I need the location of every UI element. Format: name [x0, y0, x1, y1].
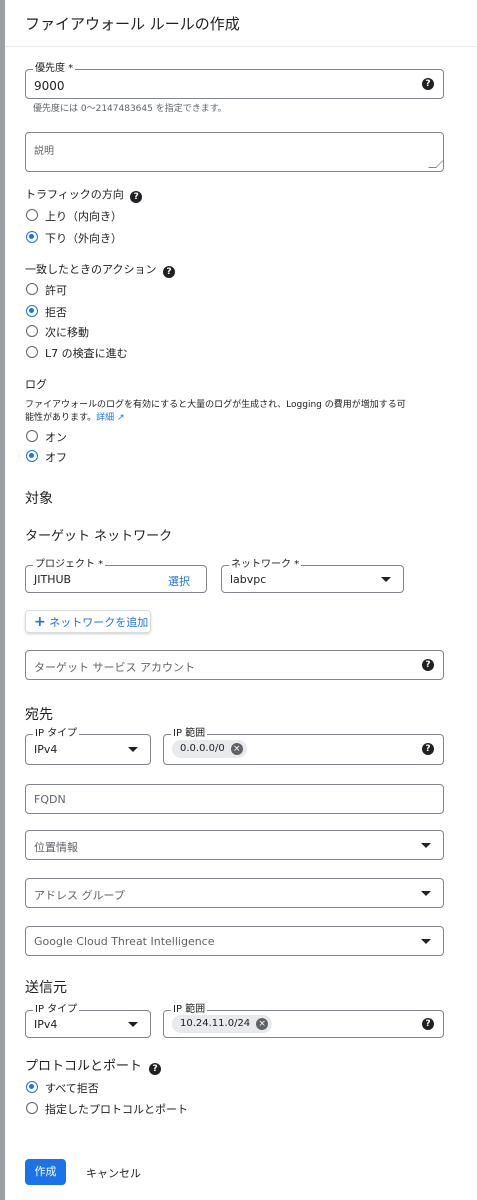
threat-intelligence-placeholder: Google Cloud Threat Intelligence [34, 935, 215, 948]
destination-ip-type-select[interactable]: IP タイプ IPv4 [25, 727, 151, 765]
close-icon[interactable]: × [230, 743, 243, 755]
chevron-down-icon [421, 843, 431, 848]
source-title: 送信元 [25, 980, 67, 996]
network-select[interactable]: ネットワーク * labvpc [221, 558, 404, 593]
action-title: 一致したときのアクション ? [25, 261, 175, 278]
plus-icon: + [34, 614, 46, 630]
protocols-title: プロトコルとポート ? [25, 1055, 162, 1075]
protocols-deny-all-label: すべて拒否 [45, 1082, 99, 1095]
priority-hint: 優先度には 0～2147483645 を指定できます。 [33, 104, 227, 114]
target-title: 対象 [25, 491, 53, 507]
destination-ip-type-label: IP タイプ [33, 727, 80, 741]
logs-title: ログ [25, 378, 47, 391]
address-group-placeholder: アドレス グループ [34, 889, 125, 902]
external-link-icon: ↗ [117, 413, 125, 423]
priority-field[interactable]: 優先度 * 9000 ? [25, 62, 444, 99]
source-ip-type-label: IP タイプ [33, 1003, 80, 1017]
traffic-title: トラフィックの方向 ? [25, 186, 143, 203]
project-field[interactable]: プロジェクト * JITHUB 選択 [25, 558, 207, 593]
action-next-radio[interactable] [26, 325, 38, 337]
resize-handle-icon[interactable] [428, 160, 444, 168]
logs-details-link[interactable]: 詳細 ↗ [96, 413, 124, 423]
add-network-label: ネットワークを追加 [49, 616, 149, 629]
action-allow-label: 許可 [45, 284, 67, 297]
create-button[interactable]: 作成 [25, 1159, 66, 1185]
network-label: ネットワーク * [229, 558, 302, 572]
project-label: プロジェクト * [33, 558, 106, 572]
help-icon[interactable]: ? [162, 266, 175, 278]
protocols-specified-radio[interactable] [26, 1102, 38, 1114]
destination-ip-range-label: IP 範囲 [171, 727, 208, 741]
help-icon[interactable]: ? [422, 78, 434, 90]
logs-on-label: オン [45, 431, 67, 444]
chevron-down-icon [421, 891, 431, 896]
project-select-link[interactable]: 選択 [168, 573, 190, 589]
protocols-specified-label: 指定したプロトコルとポート [45, 1103, 188, 1116]
destination-ip-chip[interactable]: 0.0.0.0/0 × [172, 740, 247, 758]
page-header: ファイアウォール ルールの作成 [5, 0, 477, 47]
logs-description: ファイアウォールのログを有効にすると大量のログが生成され、Logging の費用… [25, 400, 406, 423]
threat-intelligence-select[interactable]: Google Cloud Threat Intelligence [25, 926, 444, 956]
description-field[interactable]: 説明 [25, 132, 444, 172]
action-next-label: 次に移動 [45, 326, 89, 339]
add-network-button[interactable]: + ネットワークを追加 [25, 610, 151, 633]
help-icon[interactable]: ? [422, 1018, 434, 1030]
fqdn-field[interactable]: FQDN [25, 784, 444, 814]
chevron-down-icon [128, 747, 138, 752]
logs-off-radio[interactable] [26, 450, 38, 462]
priority-value: 9000 [34, 79, 65, 93]
action-allow-radio[interactable] [26, 283, 38, 295]
close-icon[interactable]: × [256, 1018, 269, 1030]
help-icon[interactable]: ? [149, 1063, 162, 1075]
action-deny-label: 拒否 [45, 306, 67, 319]
fqdn-placeholder: FQDN [34, 793, 66, 806]
destination-title: 宛先 [25, 707, 53, 723]
target-network-title: ターゲット ネットワーク [25, 529, 173, 544]
logs-off-label: オフ [45, 451, 67, 464]
logs-on-radio[interactable] [26, 430, 38, 442]
chevron-down-icon [128, 1022, 138, 1027]
protocols-deny-all-radio[interactable] [26, 1081, 38, 1093]
chevron-down-icon [421, 939, 431, 944]
traffic-ingress-label: 上り（内向き） [45, 210, 122, 223]
action-l7-radio[interactable] [26, 346, 38, 358]
geolocation-placeholder: 位置情報 [34, 841, 78, 854]
traffic-egress-radio[interactable] [26, 231, 38, 243]
target-service-account-field[interactable]: ターゲット サービス アカウント ? [25, 650, 444, 680]
cancel-button[interactable]: キャンセル [86, 1165, 141, 1181]
help-icon[interactable]: ? [130, 191, 143, 203]
traffic-egress-label: 下り（外向き） [45, 232, 122, 245]
geolocation-select[interactable]: 位置情報 [25, 830, 444, 860]
source-ip-type-select[interactable]: IP タイプ IPv4 [25, 1003, 151, 1038]
address-group-select[interactable]: アドレス グループ [25, 878, 444, 908]
traffic-ingress-radio[interactable] [26, 209, 38, 221]
action-l7-label: L7 の検査に進む [45, 347, 128, 360]
destination-ip-type-value: IPv4 [34, 743, 58, 756]
page-title: ファイアウォール ルールの作成 [25, 15, 240, 33]
source-ip-chip[interactable]: 10.24.11.0/24 × [172, 1015, 273, 1033]
service-account-placeholder: ターゲット サービス アカウント [34, 661, 195, 674]
chevron-down-icon [381, 577, 391, 582]
destination-ip-range-field[interactable]: IP 範囲 0.0.0.0/0 × ? [163, 727, 444, 765]
project-value: JITHUB [34, 573, 72, 586]
help-icon[interactable]: ? [422, 743, 434, 755]
priority-label: 優先度 * [33, 62, 76, 76]
source-ip-type-value: IPv4 [34, 1018, 58, 1031]
source-ip-range-field[interactable]: IP 範囲 10.24.11.0/24 × ? [163, 1003, 444, 1038]
description-label: 説明 [34, 146, 54, 157]
network-value: labvpc [230, 573, 267, 586]
action-deny-radio[interactable] [26, 305, 38, 317]
left-rail [0, 0, 5, 1200]
create-button-label: 作成 [34, 1165, 57, 1178]
help-icon[interactable]: ? [422, 659, 434, 671]
